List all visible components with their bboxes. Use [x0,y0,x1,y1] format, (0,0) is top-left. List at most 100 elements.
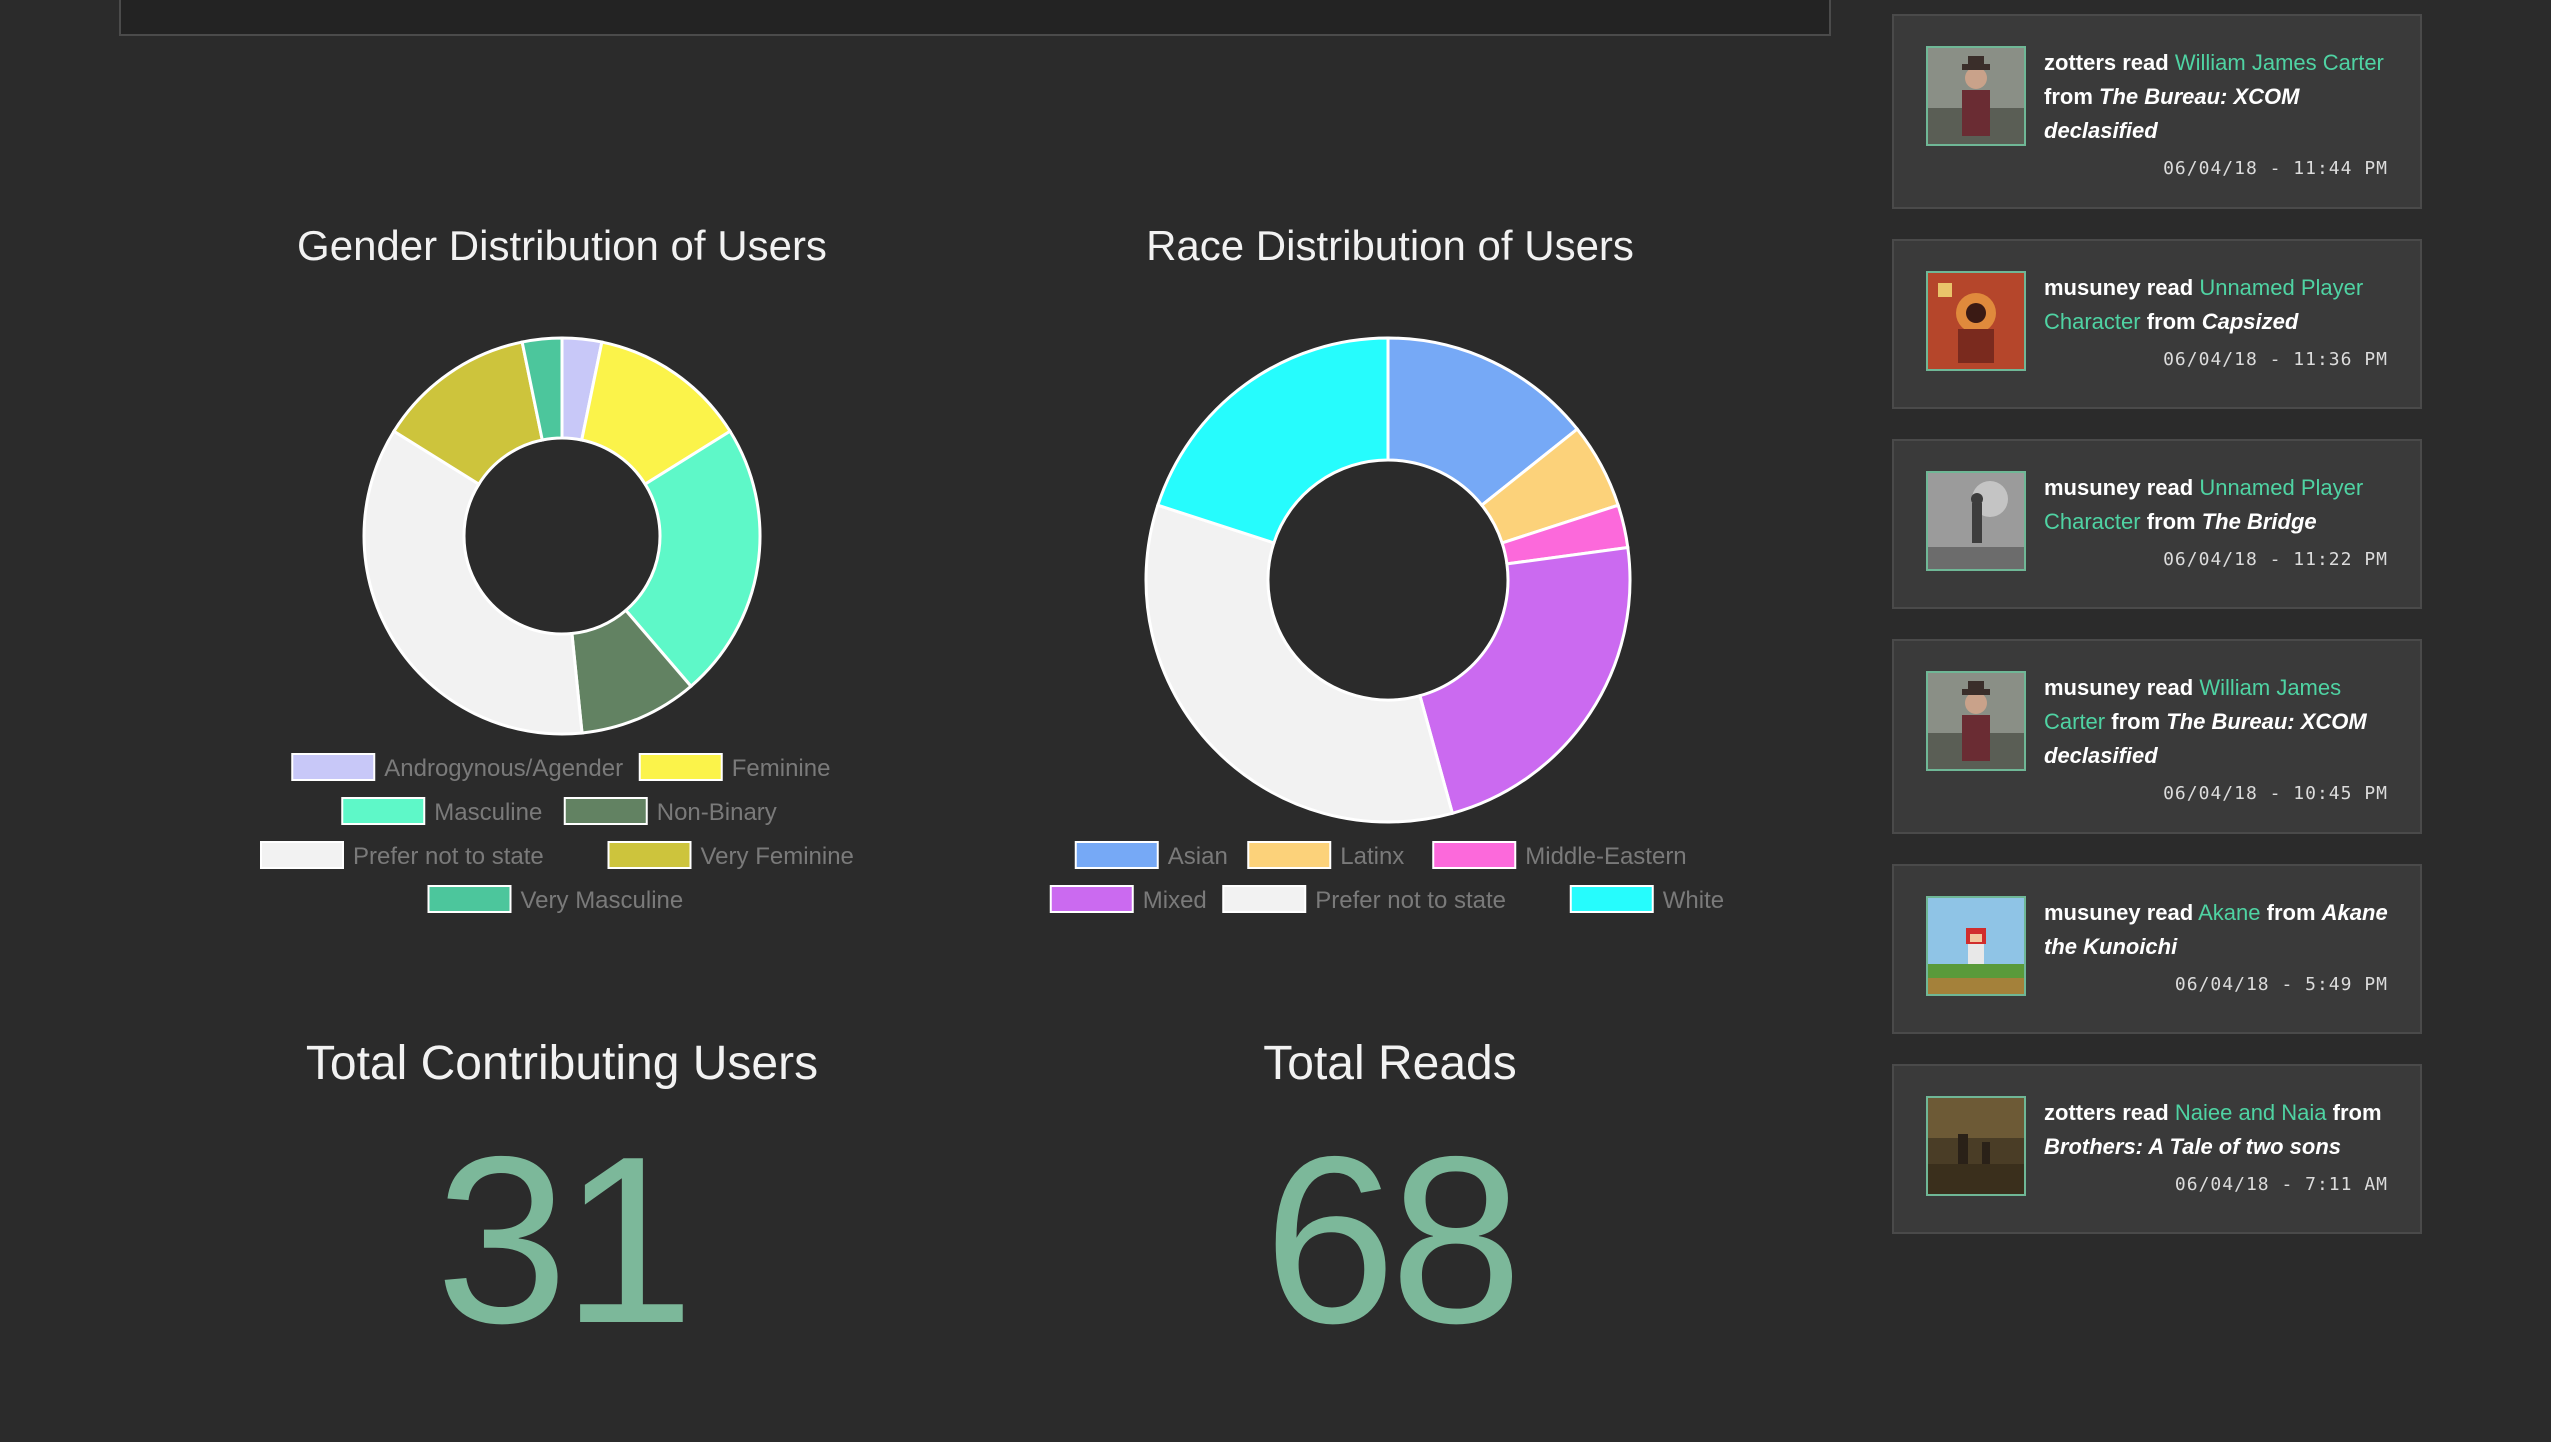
slice-mixed[interactable] [1418,545,1632,816]
gender-chart-title: Gender Distribution of Users [297,222,827,269]
feed-text: musuney read Akane from Akane the Kunoic… [2044,896,2388,964]
feed-from: from [2146,509,2196,534]
feed-verb: read [2146,900,2194,925]
legend-swatch [1432,841,1517,869]
feed-item[interactable]: musuney read Unnamed Player Character fr… [1892,439,2422,609]
legend-swatch [1049,885,1134,913]
legend-label: Latinx [1340,843,1404,870]
feed-item[interactable]: zotters read Naiee and Naia from Brother… [1892,1064,2422,1234]
gender-chart: Gender Distribution of Users Androgynous… [172,222,952,942]
total-reads-value: 68 [1263,1108,1523,1373]
legend-item-masculine[interactable]: Masculine [341,797,542,826]
top-panel [119,0,1831,36]
legend-swatch [1074,841,1159,869]
gender-donut-chart: Androgynous/Agender Feminine Masculine Non-… [260,336,854,914]
legend-label: Very Feminine [701,843,854,870]
feed-timestamp: 06/04/18 - 7:11 AM [2174,1174,2388,1195]
feed-user[interactable]: musuney [2044,900,2141,925]
race-donut-chart: Asian Latinx Middle-Eastern Mixed Prefer not… [1049,336,1724,914]
slice-white[interactable] [1155,336,1390,545]
legend-item-white[interactable]: White [1569,885,1724,914]
legend-swatch [563,797,648,825]
feed-game: Capsized [2201,309,2299,334]
feed-verb: read [2146,675,2194,700]
feed-character-link[interactable]: William James Carter [2175,50,2384,75]
legend-item-androgynous-agender[interactable]: Androgynous/Agender [291,753,623,782]
legend-swatch [1222,885,1307,913]
legend-label: Asian [1168,843,1228,870]
legend-item-asian[interactable]: Asian [1074,841,1228,870]
feed-game: The Bridge [2201,509,2317,534]
legend-swatch [1247,841,1332,869]
legend-item-prefer-not-to-state[interactable]: Prefer not to state [260,841,544,870]
feed-user[interactable]: musuney [2044,275,2141,300]
legend-item-very-masculine[interactable]: Very Masculine [427,885,684,914]
feed-text: musuney read William James Carter from T… [2044,671,2388,773]
legend-label: Feminine [732,755,831,782]
feed-from: from [2266,900,2316,925]
legend-swatch [341,797,426,825]
feed-verb: read [2146,475,2194,500]
feed-verb: read [2122,1100,2169,1125]
legend-label: Middle-Eastern [1525,843,1686,870]
legend-swatch [291,753,376,781]
feed-text: zotters read William James Carter from T… [2044,46,2388,148]
legend-label: Masculine [434,799,542,826]
feed-user[interactable]: zotters [2044,1100,2116,1125]
legend-item-non-binary[interactable]: Non-Binary [563,797,777,826]
legend-item-prefer-not-to-state[interactable]: Prefer not to state [1222,885,1506,914]
feed-verb: read [2122,50,2169,75]
feed-item[interactable]: musuney read William James Carter from T… [1892,639,2422,834]
feed-timestamp: 06/04/18 - 11:44 PM [2163,158,2388,179]
legend-swatch [427,885,512,913]
feed-timestamp: 06/04/18 - 11:22 PM [2163,549,2388,570]
activity-feed: zotters read William James Carter from T… [1892,14,2424,1264]
feed-from: from [2111,709,2161,734]
race-chart-title: Race Distribution of Users [1146,222,1634,269]
space-explorer-icon[interactable] [1926,271,2026,371]
legend-item-very-feminine[interactable]: Very Feminine [607,841,854,870]
legend-label: White [1663,887,1724,914]
legend-label: Non-Binary [657,799,777,826]
feed-item[interactable]: zotters read William James Carter from T… [1892,14,2422,209]
feed-text: zotters read Naiee and Naia from Brother… [2044,1096,2388,1164]
feed-from: from [2044,84,2093,109]
legend-label: Androgynous/Agender [384,755,623,782]
total-users-value: 31 [435,1108,695,1373]
legend-swatch [607,841,692,869]
legend-swatch [260,841,344,869]
feed-timestamp: 06/04/18 - 10:45 PM [2163,783,2388,804]
legend-label: Prefer not to state [1315,887,1506,914]
legend-swatch [638,753,723,781]
agent-portrait-icon[interactable] [1926,671,2026,771]
feed-timestamp: 06/04/18 - 5:49 PM [2174,974,2388,995]
feed-character-link[interactable]: Akane [2198,900,2260,925]
feed-verb: read [2146,275,2194,300]
legend-item-feminine[interactable]: Feminine [638,753,831,782]
sketch-figure-icon[interactable] [1926,471,2026,571]
feed-from: from [2146,309,2196,334]
legend-label: Prefer not to state [353,843,544,870]
feed-item[interactable]: musuney read Unnamed Player Character fr… [1892,239,2422,409]
total-reads-stat: Total Reads 68 [1000,1040,1780,1360]
feed-user[interactable]: musuney [2044,675,2141,700]
feed-timestamp: 06/04/18 - 11:36 PM [2163,349,2388,370]
feed-item[interactable]: musuney read Akane from Akane the Kunoic… [1892,864,2422,1034]
total-reads-label: Total Reads [1263,1037,1517,1090]
legend-label: Mixed [1143,887,1207,914]
feed-user[interactable]: musuney [2044,475,2141,500]
pixel-ninja-icon[interactable] [1926,896,2026,996]
feed-user[interactable]: zotters [2044,50,2116,75]
brothers-scene-icon[interactable] [1926,1096,2026,1196]
legend-item-mixed[interactable]: Mixed [1049,885,1207,914]
slice-prefer-not-to-state[interactable] [1144,503,1455,824]
feed-game: Brothers: A Tale of two sons [2044,1134,2342,1159]
legend-item-middle-eastern[interactable]: Middle-Eastern [1432,841,1687,870]
feed-text: musuney read Unnamed Player Character fr… [2044,471,2388,539]
agent-portrait-icon[interactable] [1926,46,2026,146]
feed-from: from [2332,1100,2382,1125]
feed-character-link[interactable]: Naiee and Naia [2175,1100,2327,1125]
race-chart: Race Distribution of Users Asian Latinx Mi… [1000,222,1780,942]
legend-item-latinx[interactable]: Latinx [1247,841,1404,870]
legend-label: Very Masculine [521,887,684,914]
